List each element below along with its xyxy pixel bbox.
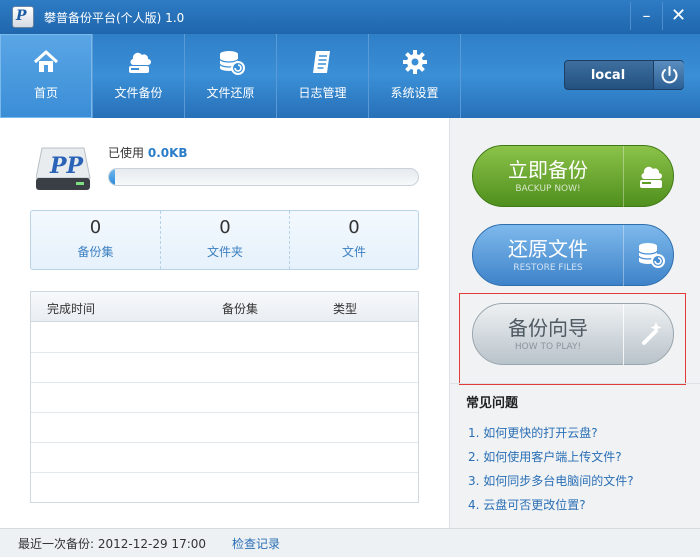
overview-panel: PP 已使用 0.0KB 0 备份集 0 文件夹 0 文件 完成时间 备份集 类… — [0, 118, 449, 528]
status-bar: 最近一次备份: 2012-12-29 17:00 检查记录 — [0, 528, 700, 557]
restore-files-sublabel: RESTORE FILES — [513, 263, 583, 273]
server-name: local — [590, 68, 626, 83]
window-title: 攀普备份平台(个人版) 1.0 — [44, 11, 185, 25]
settings-icon — [403, 50, 427, 74]
table-row — [31, 353, 418, 383]
column-header-finish-time[interactable]: 完成时间 — [47, 300, 95, 317]
storage-progress-bar — [108, 168, 419, 186]
table-row — [31, 413, 418, 443]
restore-files-label: 还原文件 — [508, 237, 588, 261]
stat-backup-sets-count: 0 — [89, 217, 102, 238]
power-icon — [661, 66, 678, 84]
tab-log-management[interactable]: 日志管理 — [276, 34, 368, 118]
restore-files-button[interactable]: 还原文件 RESTORE FILES — [472, 224, 675, 287]
title-bar: P 攀普备份平台(个人版) 1.0 – ✕ — [0, 0, 700, 34]
tab-log-management-label: 日志管理 — [298, 86, 347, 100]
tab-home-label: 首页 — [33, 86, 58, 100]
cloud-drive-icon — [640, 166, 662, 188]
server-selector[interactable]: local — [564, 60, 684, 90]
stat-backup-sets-label: 备份集 — [77, 245, 114, 259]
toolbar-divider — [460, 34, 461, 118]
backup-wizard-label: 备份向导 — [508, 316, 588, 340]
table-row — [31, 323, 418, 353]
stat-folders-label: 文件夹 — [206, 245, 243, 259]
last-backup-time: 2012-12-29 17:00 — [97, 537, 207, 551]
faq-link-1[interactable]: 1. 如何更快的打开云盘? — [468, 424, 598, 441]
faq-link-4[interactable]: 4. 云盘可否更改位置? — [468, 496, 586, 513]
power-button[interactable] — [653, 61, 684, 89]
disk-icon: PP — [36, 147, 91, 190]
usage-value: 0.0KB — [147, 146, 188, 160]
backup-records-table: 完成时间 备份集 类型 — [30, 291, 419, 503]
usage-prefix: 已使用 — [108, 146, 145, 160]
tab-system-settings[interactable]: 系统设置 — [368, 34, 460, 118]
stat-files-count: 0 — [348, 217, 360, 238]
stat-folders: 0 文件夹 — [160, 211, 289, 269]
faq-link-3[interactable]: 3. 如何同步多台电脑间的文件? — [468, 472, 634, 489]
stat-backup-sets: 0 备份集 — [31, 211, 160, 269]
storage-usage-label: 已使用 0.0KB — [108, 144, 188, 161]
column-header-type[interactable]: 类型 — [333, 300, 357, 317]
faq-title: 常见问题 — [466, 396, 519, 411]
backup-now-sublabel: BACKUP NOW! — [515, 184, 581, 194]
stats-box: 0 备份集 0 文件夹 0 文件 — [30, 210, 419, 270]
tab-file-restore-label: 文件还原 — [206, 86, 255, 100]
storage-progress-fill — [109, 169, 116, 185]
home-icon — [33, 50, 59, 72]
backup-now-button[interactable]: 立即备份 BACKUP NOW! — [472, 145, 675, 208]
faq-link-2[interactable]: 2. 如何使用客户端上传文件? — [468, 448, 622, 465]
backup-now-label: 立即备份 — [508, 158, 588, 182]
table-row — [31, 443, 418, 473]
last-backup-label: 最近一次备份: — [18, 537, 95, 551]
tab-home[interactable]: 首页 — [0, 34, 92, 118]
table-header: 完成时间 备份集 类型 — [31, 292, 418, 322]
app-logo-icon: P — [12, 6, 34, 28]
tab-file-backup[interactable]: 文件备份 — [92, 34, 184, 118]
table-row — [31, 473, 418, 503]
app-logo-letter: P — [16, 8, 27, 24]
tab-system-settings-label: 系统设置 — [390, 86, 439, 100]
column-header-backup-set[interactable]: 备份集 — [222, 300, 258, 317]
backup-wizard-icon-area — [623, 304, 675, 366]
table-row — [31, 383, 418, 413]
minimize-button[interactable]: – — [630, 2, 662, 30]
log-icon — [313, 51, 330, 73]
check-records-link[interactable]: 检查记录 — [232, 535, 280, 552]
faq-divider — [450, 383, 700, 384]
actions-panel: 立即备份 BACKUP NOW! 还原文件 RESTORE FILES 备份向导… — [449, 118, 700, 528]
svg-text:PP: PP — [49, 153, 85, 179]
restore-icon — [219, 51, 245, 75]
backup-now-icon-area — [623, 146, 675, 208]
tab-file-backup-label: 文件备份 — [114, 86, 163, 100]
backup-icon — [129, 52, 151, 73]
stat-files-label: 文件 — [341, 245, 366, 259]
database-restore-icon — [638, 243, 665, 268]
backup-wizard-sublabel: HOW TO PLAY! — [514, 342, 582, 352]
magic-wand-icon — [642, 322, 662, 345]
stat-folders-count: 0 — [219, 217, 231, 238]
restore-files-icon-area — [623, 225, 675, 287]
stat-files: 0 文件 — [289, 211, 418, 269]
backup-wizard-button[interactable]: 备份向导 HOW TO PLAY! — [472, 303, 675, 366]
last-backup-info: 最近一次备份: 2012-12-29 17:00 — [18, 535, 206, 552]
tab-file-restore[interactable]: 文件还原 — [184, 34, 276, 118]
close-button[interactable]: ✕ — [662, 2, 694, 30]
